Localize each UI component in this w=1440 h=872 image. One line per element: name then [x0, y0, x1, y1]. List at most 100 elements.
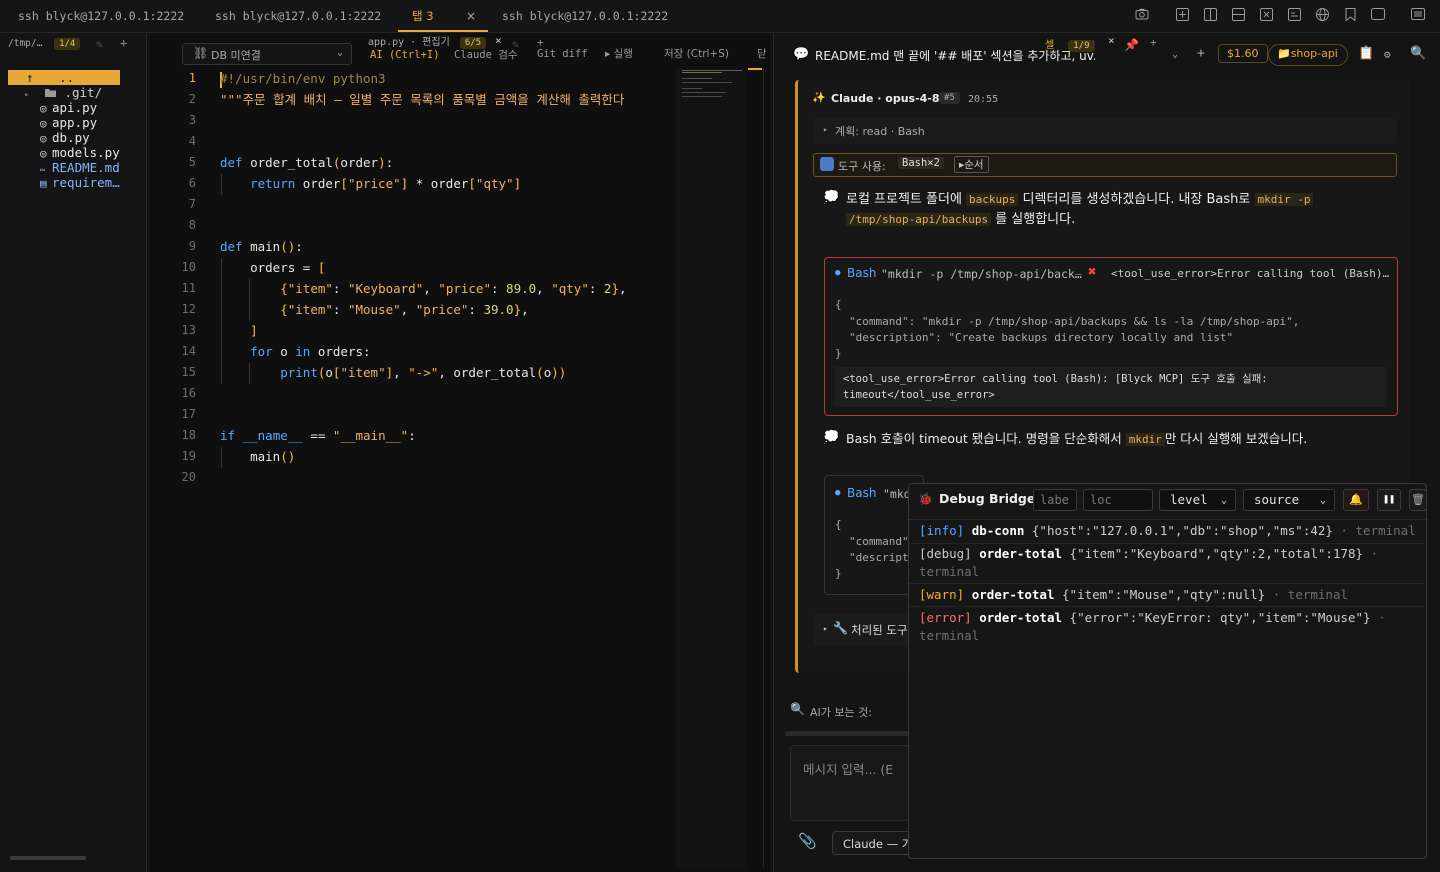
close-editor-button[interactable]: 닫 [757, 45, 767, 63]
file-row-api[interactable]: ◎ api.py [8, 100, 120, 115]
code-line[interactable]: orders = [ [220, 257, 325, 278]
db-status-label: DB 미연결 [211, 49, 261, 62]
attachment-icon[interactable]: 📎 [798, 832, 817, 850]
pin-icon[interactable]: ✎ [96, 38, 103, 51]
file-row-models[interactable]: ◎ models.py [8, 145, 120, 160]
source-select[interactable]: source ⌄ [1243, 489, 1335, 511]
add-icon[interactable]: + [1150, 36, 1157, 49]
message-header: Claude · opus-4-8 [831, 92, 940, 105]
trash-icon[interactable]: 🗑 [1409, 489, 1427, 511]
code-line[interactable]: for o in orders: [220, 341, 370, 362]
current-path[interactable]: /tmp/… [8, 38, 42, 49]
terminal-tab-2[interactable]: ssh blyck@127.0.0.1:2222 [201, 0, 395, 32]
claude-review-button[interactable]: Claude 검수 [454, 50, 518, 60]
plan-row[interactable]: ▸ 계획: read · Bash [813, 118, 1397, 144]
text-span: 디렉터리를 생성하겠습니다. 내장 Bash로 [1018, 192, 1255, 207]
log-level: [error] [919, 610, 972, 625]
vertical-scrollbar[interactable] [763, 68, 770, 868]
project-badge[interactable]: 📁shop-api [1268, 44, 1348, 66]
code-line[interactable]: if __name__ == "__main__": [220, 425, 416, 446]
file-row-app[interactable]: ◎ app.py [8, 115, 120, 130]
text-span: 를 실행합니다. [991, 212, 1076, 227]
log-payload: {"host":"127.0.0.1","db":"shop","ms":42} [1031, 523, 1333, 538]
line-number: 20 [181, 470, 196, 484]
gear-icon[interactable]: ⚙ [1384, 48, 1391, 61]
run-button[interactable]: ▸ 실행 [605, 45, 633, 63]
line-number: 9 [188, 239, 196, 253]
pin-icon[interactable]: 📌 [1124, 38, 1139, 52]
sidebar-toggle-icon[interactable] [1410, 8, 1426, 24]
terminal-icon[interactable] [1286, 8, 1302, 24]
code-line[interactable]: def order_total(order): [220, 152, 393, 173]
code-line[interactable]: ] [220, 320, 258, 341]
model-select[interactable]: Claude — 가 [832, 831, 912, 855]
mute-bell-icon[interactable]: 🔔 [1343, 489, 1369, 511]
level-select[interactable]: level ⌄ [1159, 489, 1236, 511]
code-line[interactable]: """주문 합계 배치 — 일별 주문 목록의 품목별 금액을 계산해 출력한다 [220, 89, 624, 110]
minimap[interactable] [676, 68, 746, 868]
tools-used-row: 도구 사용: Bash×2 ▸순서 [813, 153, 1397, 177]
log-entry[interactable]: [info] db-conn {"host":"127.0.0.1","db":… [919, 522, 1419, 540]
horizontal-scrollbar[interactable] [10, 856, 86, 860]
close-icon[interactable]: × [1108, 34, 1115, 47]
code-line[interactable]: print(o["item"], "->", order_total(o)) [220, 362, 566, 383]
parent-dir-row[interactable]: ↑ .. [8, 70, 120, 85]
split-vertical-icon[interactable] [1202, 8, 1218, 24]
window-icon[interactable] [1370, 8, 1386, 24]
file-row-readme[interactable]: ▭ README.md [8, 160, 120, 175]
line-number: 18 [181, 428, 196, 442]
new-chat-icon[interactable]: + [1197, 46, 1205, 61]
processed-tools-label: 처리된 도구 [851, 623, 908, 637]
close-pane-icon[interactable] [1258, 8, 1274, 24]
scroll-indicator [748, 68, 762, 70]
tool-error-summary: <tool_use_error>Error calling tool (Bash… [1111, 267, 1390, 280]
processed-tools-row[interactable]: ▸ 🔧 처리된 도구 [813, 614, 913, 646]
chevron-down-icon: ⌄ [337, 47, 344, 58]
code-line[interactable]: main() [220, 446, 295, 467]
add-icon[interactable]: + [120, 36, 127, 50]
pause-icon[interactable]: ❚❚ [1377, 489, 1401, 511]
order-button[interactable]: ▸순서 [954, 156, 989, 173]
file-row-git[interactable]: ▸ .git/ [8, 85, 120, 100]
search-icon[interactable]: 🔍 [1410, 46, 1426, 61]
code-line[interactable]: def main(): [220, 236, 303, 257]
close-icon[interactable]: × [466, 0, 476, 32]
log-level: [info] [919, 523, 965, 538]
log-entry[interactable]: [error] order-total {"error":"KeyError: … [919, 609, 1419, 645]
log-entry[interactable]: [debug] order-total {"item":"Keyboard","… [919, 545, 1419, 581]
file-row-db[interactable]: ◎ db.py [8, 130, 120, 145]
git-diff-button[interactable]: Git diff [537, 45, 588, 63]
split-horizontal-icon[interactable] [1230, 8, 1246, 24]
context-scrollbar[interactable] [785, 731, 909, 736]
terminal-tab-1[interactable]: ssh blyck@127.0.0.1:2222 [4, 0, 198, 32]
label-filter-input[interactable]: labe [1033, 489, 1077, 511]
db-connection-select[interactable]: ⛓ DB 미연결 ⌄ [182, 43, 352, 65]
ai-button[interactable]: AI (Ctrl+I) [370, 50, 440, 60]
save-button[interactable]: 저장 (Ctrl+S) [664, 45, 729, 63]
terminal-tab-4[interactable]: ssh blyck@127.0.0.1:2222 [488, 0, 682, 32]
code-line[interactable]: {"item": "Mouse", "price": 39.0}, [220, 299, 528, 320]
tool-name: Bash [847, 486, 877, 500]
up-arrow-icon: ↑ [26, 70, 34, 85]
close-icon[interactable]: × [495, 34, 502, 47]
model-name: opus-4-8 [885, 92, 940, 105]
terminal-tab-3[interactable]: 탭 3 × [398, 0, 488, 32]
bookmark-icon[interactable] [1342, 8, 1358, 24]
code-line[interactable]: return order["price"] * order["qty"] [220, 173, 521, 194]
globe-icon[interactable] [1314, 8, 1330, 24]
project-label: shop-api [1290, 47, 1338, 60]
link-icon: ⛓ [193, 46, 209, 60]
loc-filter-input[interactable]: loc [1083, 489, 1153, 511]
log-level: [debug] [919, 546, 972, 561]
agent-name: Claude [831, 92, 874, 105]
code-line[interactable]: {"item": "Keyboard", "price": 89.0, "qty… [220, 278, 626, 299]
new-pane-icon[interactable] [1174, 8, 1190, 24]
file-row-requirements[interactable]: ▤ requirem… [8, 175, 120, 190]
log-entry[interactable]: [warn] order-total {"item":"Mouse","qty"… [919, 586, 1419, 604]
python-file-icon: ◎ [40, 132, 47, 145]
message-input[interactable]: 메시지 입력... (E [790, 745, 910, 821]
code-line[interactable]: #!/usr/bin/env python3 [220, 68, 386, 89]
clipboard-icon[interactable]: 📋 [1358, 46, 1374, 61]
chevron-down-icon[interactable]: ⌄ [1172, 49, 1178, 60]
camera-icon[interactable] [1134, 8, 1150, 24]
